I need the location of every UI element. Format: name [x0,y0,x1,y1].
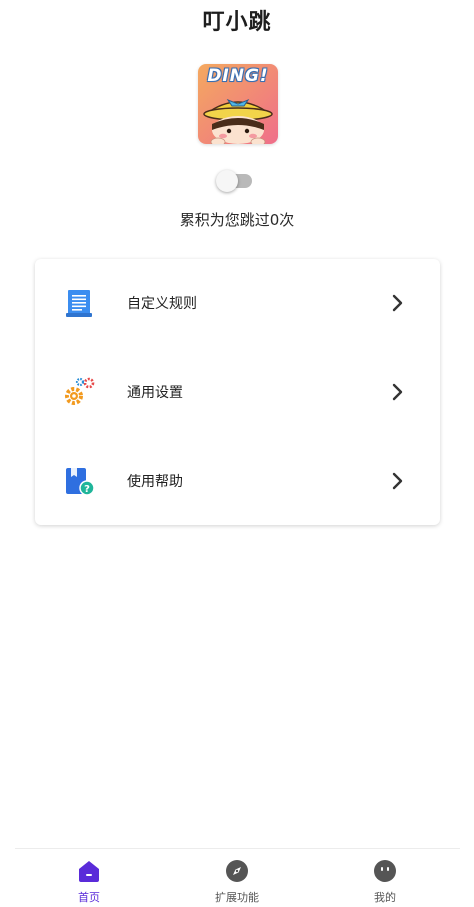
help-book-icon: ? [63,465,95,497]
chevron-right-icon [391,383,405,401]
bottom-nav: 首页 扩展功能 我的 [15,848,460,907]
menu-item-custom-rules[interactable]: 自定义规则 [35,259,440,347]
document-list-icon [63,287,95,319]
app-title: 叮小跳 [202,10,272,35]
nav-home[interactable]: 首页 [15,849,163,907]
nav-label: 我的 [374,891,396,904]
skip-counter-text: 累积为您跳过0次 [179,211,295,229]
menu-item-help[interactable]: ? 使用帮助 [35,437,440,525]
nav-label: 扩展功能 [215,891,259,904]
menu-item-general-settings[interactable]: 通用设置 [35,348,440,436]
nav-extensions[interactable]: 扩展功能 [163,849,311,907]
svg-text:?: ? [84,484,90,495]
home-icon [77,859,101,883]
logo-text: DING! [207,66,269,86]
compass-icon [225,859,249,883]
gears-icon [63,376,95,408]
menu-item-label: 使用帮助 [127,474,183,490]
menu-item-label: 自定义规则 [127,296,197,312]
nav-mine[interactable]: 我的 [311,849,459,907]
service-toggle[interactable] [216,170,254,192]
chevron-right-icon [391,294,405,312]
face-icon [373,859,397,883]
app-logo: DING! [198,64,278,144]
nav-label: 首页 [78,891,100,904]
toggle-thumb [216,170,238,192]
chevron-right-icon [391,472,405,490]
menu-card: 自定义规则 通用设置 ? 使用帮助 [35,259,440,525]
menu-item-label: 通用设置 [127,385,183,401]
